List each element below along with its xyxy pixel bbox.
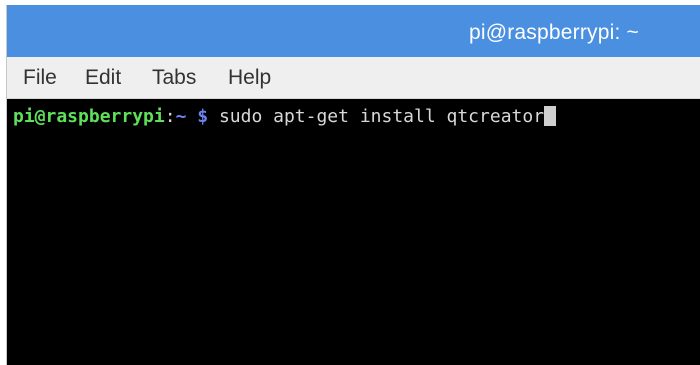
menu-help[interactable]: Help — [228, 57, 271, 99]
prompt-symbol: $ — [197, 106, 209, 127]
terminal-window: pi@raspberrypi: ~ File Edit Tabs Help pi… — [6, 5, 700, 365]
prompt-separator: : — [164, 106, 176, 127]
command-text: sudo apt-get install qtcreator — [218, 106, 545, 127]
text-cursor — [544, 106, 557, 126]
prompt-path: ~ — [175, 106, 187, 127]
menu-bar: File Edit Tabs Help — [7, 57, 700, 99]
prompt-user-host: pi@raspberrypi — [13, 106, 165, 127]
terminal-area[interactable]: pi@raspberrypi:~ $ sudo apt-get install … — [7, 99, 700, 365]
menu-tabs[interactable]: Tabs — [152, 57, 196, 99]
menu-file[interactable]: File — [23, 57, 57, 99]
window-title: pi@raspberrypi: ~ — [468, 21, 639, 44]
command-line: pi@raspberrypi:~ $ sudo apt-get install … — [13, 105, 557, 129]
title-bar[interactable]: pi@raspberrypi: ~ — [7, 5, 700, 57]
menu-edit[interactable]: Edit — [85, 57, 121, 99]
